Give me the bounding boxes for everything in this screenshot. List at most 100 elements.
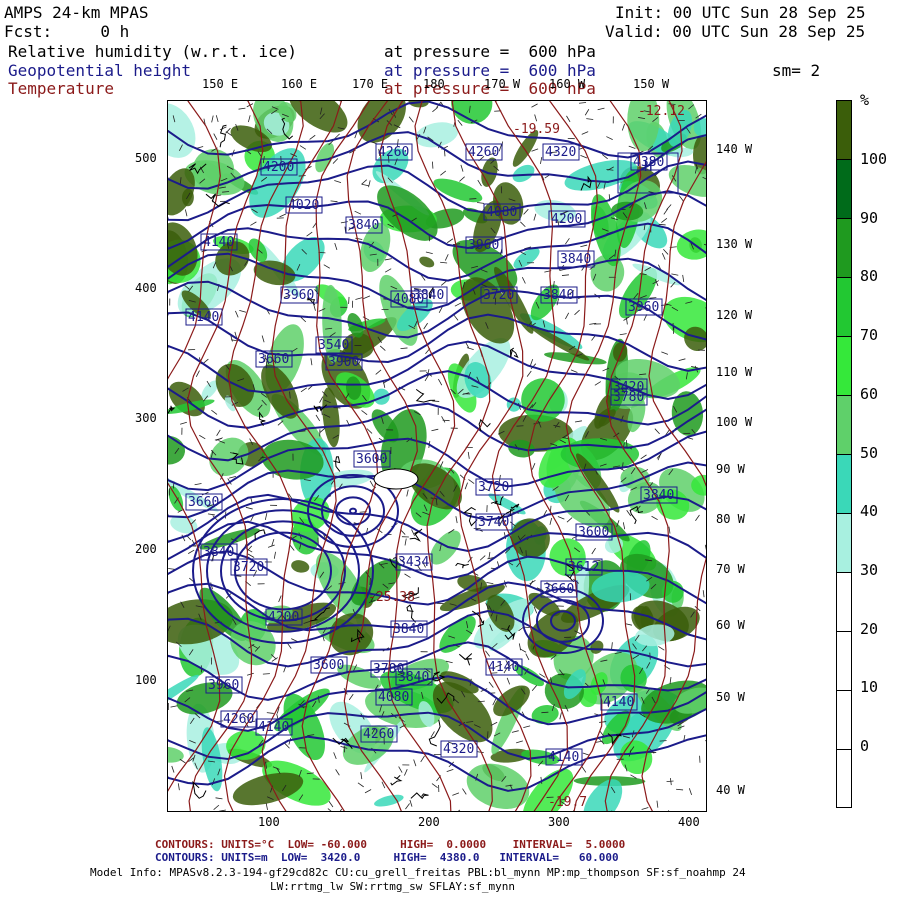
wind-barb: [405, 803, 410, 810]
wind-barb: [379, 345, 386, 351]
wind-barb: [207, 513, 215, 516]
wind-barb: [300, 387, 307, 393]
wind-barb: [327, 808, 332, 811]
height-label-text: 4080: [378, 690, 409, 705]
height-label-text: 3840: [543, 288, 574, 303]
right-lon-label: 120 W: [716, 308, 753, 322]
colorbar-label: 0: [860, 737, 870, 755]
height-contour-label: 4140: [545, 748, 583, 766]
wind-barb: [406, 489, 409, 497]
height-label-text: 4260: [468, 145, 499, 160]
wind-barb: [531, 685, 537, 692]
height-contour-label: 4140: [600, 693, 638, 711]
height-contour-label: 3740: [475, 513, 513, 531]
forecast-hour: Fcst: 0 h: [4, 22, 130, 41]
wind-barb: [357, 782, 364, 788]
wind-barb: [467, 451, 470, 459]
wind-barb: [261, 335, 265, 343]
height-contour-label: 3720: [230, 558, 268, 576]
wind-barb: [526, 370, 532, 377]
height-contour-label: 3600: [353, 450, 391, 468]
wind-barb: [453, 314, 459, 321]
y-tick-label: 500: [135, 151, 157, 165]
height-contour-label: 3840: [390, 620, 428, 638]
height-contour-label: 4140: [255, 718, 293, 736]
height-contour-label: 3660: [185, 493, 223, 511]
wind-barb: [235, 310, 239, 318]
height-label-text: 3960: [468, 238, 499, 253]
height-contour-label: 3840: [557, 250, 595, 268]
height-label-text: 3600: [356, 452, 387, 467]
wind-barb: [452, 792, 460, 796]
wind-barb: [641, 807, 649, 810]
height-contour-label: 3660: [540, 580, 578, 598]
right-lon-label: 140 W: [716, 142, 753, 156]
wind-barb: [362, 316, 370, 321]
wind-barb: [619, 333, 627, 336]
wind-barb: [561, 274, 569, 276]
colorbar-label: 100: [860, 150, 888, 168]
wind-barb: [525, 653, 530, 661]
wind-barb: [211, 115, 214, 123]
wind-barb: [661, 253, 666, 260]
wind-barb: [328, 800, 334, 808]
wind-barb: [246, 672, 254, 676]
wind-barb: [628, 145, 636, 149]
top-lon-label: 170 W: [484, 77, 521, 91]
model-info-line2: LW:rrtmg_lw SW:rrtmg_sw SFLAY:sf_mynn: [270, 880, 516, 893]
right-lon-label: 70 W: [716, 562, 745, 576]
right-lon-label: 130 W: [716, 237, 753, 251]
smoothing-label: sm= 2: [772, 61, 821, 80]
wind-barb: [384, 268, 392, 273]
humidity-fill: [168, 746, 184, 763]
x-tick-label: 300: [548, 815, 570, 829]
wind-barb: [330, 200, 338, 203]
wind-barb: [459, 176, 465, 182]
wind-barb: [661, 351, 669, 355]
wind-barb: [211, 409, 218, 415]
colorbar-label: 50: [860, 443, 879, 462]
height-label-text: 3600: [578, 525, 609, 540]
wind-barb: [663, 248, 669, 255]
wind-barb: [409, 799, 413, 807]
temperature-contour-label: -12.12: [638, 104, 685, 119]
wind-barb: [579, 102, 587, 104]
y-tick-label: 400: [135, 281, 157, 295]
height-contour-label: 4140: [200, 233, 238, 251]
height-contour-label: 3434: [395, 553, 433, 571]
x-tick-label: 400: [678, 815, 700, 829]
height-contour-label: 4260: [375, 143, 413, 161]
wind-barb: [670, 778, 672, 786]
wind-barb: [678, 195, 684, 202]
wind-barb: [319, 427, 326, 433]
right-lon-label: 50 W: [716, 690, 745, 704]
colorbar-border: [836, 100, 852, 808]
right-lon-label: 60 W: [716, 618, 745, 632]
humidity-fill: [419, 256, 435, 268]
wind-barb: [666, 204, 672, 211]
y-tick-label: 200: [135, 542, 157, 556]
wind-barb: [361, 183, 369, 187]
top-lon-label: 160 W: [549, 77, 586, 91]
wind-barb: [580, 244, 588, 248]
height-label-text: 3434: [398, 555, 429, 570]
wind-barb: [216, 437, 223, 441]
wind-barb: [565, 312, 570, 320]
wind-barb: [267, 544, 275, 548]
y-tick-label: 100: [135, 673, 157, 687]
wind-barb: [219, 126, 227, 131]
height-label-text: 4140: [548, 750, 579, 765]
wind-barb: [177, 783, 180, 791]
wind-barb: [355, 237, 363, 240]
height-label-text: 4320: [545, 145, 576, 160]
wind-barb: [213, 133, 218, 140]
height-contour-label: 4020: [285, 196, 323, 214]
wind-barb: [454, 302, 462, 307]
wind-barb: [460, 164, 464, 172]
colorbar-label: 40: [860, 502, 879, 521]
height-label-text: 4260: [363, 727, 394, 742]
field-height-name: Geopotential height: [8, 61, 192, 80]
wind-barb: [520, 221, 526, 228]
wind-barb: [511, 730, 519, 733]
wind-barb: [289, 544, 295, 551]
